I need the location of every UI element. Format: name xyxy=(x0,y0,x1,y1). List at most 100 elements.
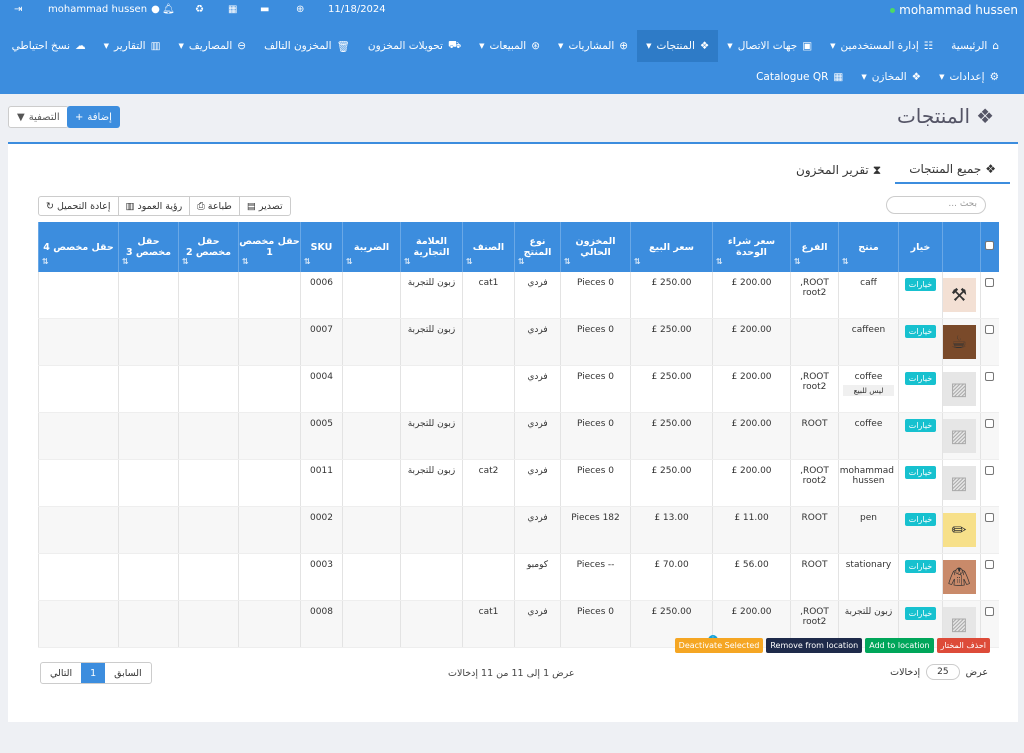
bulk-action-button[interactable]: Deactivate Selected xyxy=(674,638,764,653)
options-button[interactable]: خيارات xyxy=(904,513,937,526)
select-all-checkbox[interactable] xyxy=(985,241,995,250)
column-header[interactable]: نوع المنتج ⇅ xyxy=(514,222,561,272)
column-header[interactable]: الفرع ⇅ xyxy=(790,222,839,272)
column-header[interactable]: سعر البيع ⇅ xyxy=(630,222,713,272)
options-button[interactable]: خيارات xyxy=(904,560,937,573)
branch-cell: ROOT, root2 xyxy=(790,365,839,413)
column-header[interactable]: حقل مخصص 2 ⇅ xyxy=(178,222,239,272)
bulk-action-button[interactable]: Remove from location xyxy=(766,638,863,653)
options-button[interactable]: خيارات xyxy=(904,372,937,385)
print-button[interactable]: ⎙ طباعة xyxy=(189,197,239,215)
refresh-icon: ↻ xyxy=(46,200,54,212)
user-menu[interactable]: mohammad hussen ● xyxy=(48,4,160,15)
column-header[interactable]: العلامة التجارية ⇅ xyxy=(400,222,463,272)
logout-icon[interactable]: ⇥ xyxy=(14,4,22,15)
row-checkbox-cell[interactable] xyxy=(980,318,999,366)
header-label: حقل مخصص 1 xyxy=(239,236,300,258)
nav-item-nav_row1-0[interactable]: ⌂ الرئيسية xyxy=(942,30,1008,62)
table-row[interactable]: ☕ خيارات caffeen 200.00 £250.00 £0 Pieces فر… xyxy=(38,318,999,366)
nav-item-nav_row1-10[interactable]: ☁ نسخ احتياطي xyxy=(3,30,95,62)
row-checkbox-cell[interactable] xyxy=(980,553,999,601)
nav-item-nav_row1-6[interactable]: ⛟ تحويلات المخزون xyxy=(359,30,470,62)
tab-stock-report[interactable]: ⧗ تقرير المخزون xyxy=(782,156,895,184)
product-image-cell: ⚒ xyxy=(942,272,981,319)
nav-item-nav_row1-11[interactable]: ⚡وحدات xyxy=(0,30,3,62)
nav-item-nav_row1-3[interactable]: ❖ المنتجات ▼ xyxy=(637,30,719,62)
next-page-button[interactable]: التالي xyxy=(41,663,81,683)
row-checkbox-cell[interactable] xyxy=(980,365,999,413)
column-header[interactable]: الضريبة ⇅ xyxy=(342,222,401,272)
table-row[interactable]: 🧥︎ خيارات stationary ROOT 56.00 £70.00 £ -- P… xyxy=(38,553,999,601)
options-button[interactable]: خيارات xyxy=(904,607,937,620)
nav-label: جهات الاتصال xyxy=(737,40,798,52)
export-button[interactable]: ▤ تصدير xyxy=(238,197,290,215)
nav-item-nav_row2-0[interactable]: ⚙ إعدادات ▼ xyxy=(930,64,1008,90)
options-button[interactable]: خيارات xyxy=(904,466,937,479)
column-header[interactable]: منتج ⇅ xyxy=(838,222,899,272)
nav-item-nav_row1-5[interactable]: ⊛ المبيعات ▼ xyxy=(470,30,549,62)
column-header[interactable]: الصنف ⇅ xyxy=(462,222,515,272)
nav-item-nav_row2-1[interactable]: ❖ المخازن ▼ xyxy=(852,64,930,90)
nav-item-nav_row1-2[interactable]: ▣ جهات الاتصال ▼ xyxy=(718,30,821,62)
calculator-icon[interactable]: ▦ xyxy=(228,4,237,15)
column-header[interactable]: حقل مخصص 4 ⇅ xyxy=(38,222,119,272)
bell-icon[interactable]: 🔔︎ xyxy=(162,4,175,15)
column-header[interactable]: حقل مخصص 1 ⇅ xyxy=(238,222,301,272)
table-row[interactable]: ✏ خيارات pen ROOT 11.00 £13.00 £182 Pieces فر… xyxy=(38,506,999,554)
tax-cell xyxy=(342,553,401,601)
columns-button[interactable]: ▥ رؤية العمود xyxy=(117,197,190,215)
nav-item-nav_row2-2[interactable]: ▦ Catalogue QR xyxy=(747,64,852,90)
table-row[interactable]: ▨ خيارات coffee ليس للبيع ROOT, root2 200.00 … xyxy=(38,365,999,413)
custom-field-1-cell xyxy=(238,600,301,648)
user-status[interactable]: mohammad hussen xyxy=(890,3,1018,17)
reload-button[interactable]: ↻ إعادة التحميل xyxy=(39,197,118,215)
add-button[interactable]: + إضافة xyxy=(67,106,120,128)
row-checkbox[interactable] xyxy=(985,607,995,616)
header-label: الضريبة xyxy=(353,241,390,253)
table-row[interactable]: ⚒ خيارات caff ROOT, root2 200.00 £250.00 £0 … xyxy=(38,272,999,319)
nav-item-nav_row1-7[interactable]: 🗑︎ المخزون التالف xyxy=(255,30,359,62)
prev-page-button[interactable]: السابق xyxy=(105,663,150,683)
row-checkbox-cell[interactable] xyxy=(980,506,999,554)
bulk-action-button[interactable]: Add to location xyxy=(865,638,934,653)
nav-label: المخزون التالف xyxy=(264,40,332,52)
row-checkbox-cell[interactable] xyxy=(980,459,999,507)
row-checkbox[interactable] xyxy=(985,466,995,475)
page-1-button[interactable]: 1 xyxy=(81,663,106,683)
add-label: إضافة xyxy=(87,111,112,123)
column-header[interactable]: حقل مخصص 3 ⇅ xyxy=(118,222,179,272)
recycle-icon[interactable]: ♻ xyxy=(195,4,204,15)
column-header[interactable]: سعر شراء الوحدة ⇅ xyxy=(712,222,791,272)
money-icon[interactable]: ▬ xyxy=(260,4,269,15)
row-checkbox-cell[interactable] xyxy=(980,272,999,319)
column-header[interactable]: SKU ⇅ xyxy=(300,222,343,272)
nav-item-nav_row1-4[interactable]: ⊕ المشاريات ▼ xyxy=(549,30,637,62)
nav-item-nav_row1-1[interactable]: ☷ إدارة المستخدمين ▼ xyxy=(821,30,942,62)
table-row[interactable]: ▨ خيارات coffee ROOT 200.00 £250.00 £0 Piece… xyxy=(38,412,999,460)
table-row[interactable]: ▨ خيارات mohammad hussen ROOT, root2 200.00 … xyxy=(38,459,999,507)
row-checkbox-cell[interactable] xyxy=(980,412,999,460)
column-header[interactable]: المخزون الحالي ⇅ xyxy=(560,222,631,272)
row-checkbox[interactable] xyxy=(985,513,995,522)
plus-circle-icon[interactable]: ⊕ xyxy=(296,4,304,15)
table-toolbar: ↻ إعادة التحميل ▥ رؤية العمود ⎙ طباعة ▤ تصدي… xyxy=(38,196,291,216)
search-input[interactable]: بحث ... xyxy=(886,196,986,214)
reload-label: إعادة التحميل xyxy=(56,200,111,212)
row-checkbox[interactable] xyxy=(985,419,995,428)
row-checkbox[interactable] xyxy=(985,325,995,334)
row-checkbox[interactable] xyxy=(985,372,995,381)
nav-item-nav_row1-8[interactable]: ⊖ المصاريف ▼ xyxy=(170,30,256,62)
home-icon: ⌂ xyxy=(992,40,999,52)
row-checkbox[interactable] xyxy=(985,278,995,287)
options-button[interactable]: خيارات xyxy=(904,278,937,291)
filter-button[interactable]: ▼ التصفية xyxy=(8,106,69,128)
nav-item-nav_row1-9[interactable]: ▥ التقارير ▼ xyxy=(95,30,170,62)
tab-all-products[interactable]: ❖ جميع المنتجات xyxy=(895,156,1010,184)
options-button[interactable]: خيارات xyxy=(904,325,937,338)
options-button[interactable]: خيارات xyxy=(904,419,937,432)
page-size-select[interactable]: 25 xyxy=(926,664,960,680)
row-checkbox[interactable] xyxy=(985,560,995,569)
cubes-icon: ❖ xyxy=(976,104,994,128)
bulk-action-button[interactable]: احذف المختار xyxy=(936,638,990,653)
header-label: حقل مخصص 3 xyxy=(126,236,171,258)
